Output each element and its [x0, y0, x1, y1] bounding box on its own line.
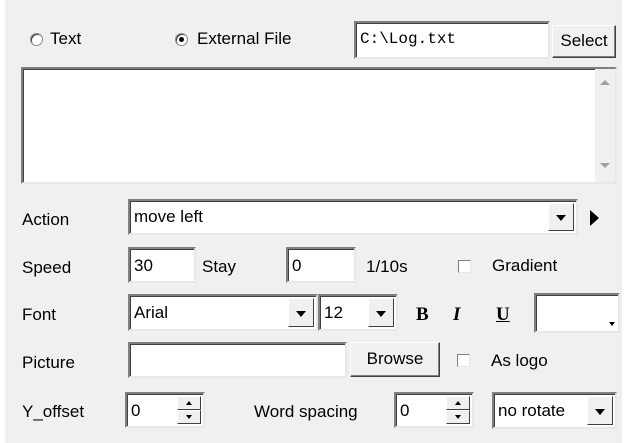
as-logo-label[interactable]: As logo: [491, 351, 548, 371]
italic-button[interactable]: I: [453, 304, 460, 326]
y-offset-spinner[interactable]: [177, 396, 201, 424]
radio-external-file[interactable]: [175, 33, 188, 46]
chevron-down-icon: [595, 408, 605, 415]
spin-up-icon[interactable]: [177, 396, 201, 410]
radio-external-file-label[interactable]: External File: [197, 29, 291, 49]
text-content-area[interactable]: [21, 67, 617, 184]
scroll-down-icon[interactable]: [600, 163, 610, 168]
font-size-select[interactable]: 12: [318, 294, 398, 331]
word-spacing-spinbox[interactable]: 0: [394, 392, 474, 428]
spin-down-icon[interactable]: [446, 410, 470, 424]
font-family-value: Arial: [134, 303, 169, 322]
action-select[interactable]: move left: [128, 199, 578, 235]
speed-input[interactable]: 30: [128, 247, 196, 283]
y-offset-value: 0: [131, 401, 141, 420]
chevron-down-icon: [296, 310, 306, 317]
y-offset-label: Y_offset: [22, 402, 85, 421]
gradient-label[interactable]: Gradient: [492, 256, 557, 276]
color-dropdown-icon[interactable]: [609, 322, 615, 326]
word-spacing-value: 0: [400, 401, 410, 420]
chevron-down-icon: [376, 310, 386, 317]
radio-text-label[interactable]: Text: [50, 29, 81, 49]
speed-value: 30: [134, 256, 153, 275]
picture-path-input[interactable]: [128, 342, 347, 378]
font-family-select[interactable]: Arial: [128, 294, 318, 331]
word-spacing-label: Word spacing: [254, 402, 358, 421]
speed-label: Speed: [22, 258, 72, 277]
text-area-scrollbar[interactable]: [595, 69, 615, 182]
word-spacing-spinner[interactable]: [446, 396, 470, 424]
font-color-picker[interactable]: [534, 293, 620, 333]
rotate-value: no rotate: [498, 401, 566, 420]
underline-button[interactable]: U: [496, 304, 510, 326]
action-dropdown-button[interactable]: [548, 203, 574, 231]
picture-label: Picture: [22, 353, 75, 372]
scroll-up-icon[interactable]: [600, 80, 610, 85]
chevron-down-icon: [556, 215, 566, 221]
gradient-checkbox[interactable]: [458, 260, 471, 273]
select-button[interactable]: Select: [552, 25, 616, 58]
rotate-dropdown-button[interactable]: [587, 396, 613, 425]
play-preview-icon[interactable]: [590, 210, 599, 226]
browse-button[interactable]: Browse: [350, 342, 440, 377]
font-size-value: 12: [324, 303, 343, 322]
y-offset-spinbox[interactable]: 0: [125, 392, 205, 428]
as-logo-checkbox[interactable]: [457, 354, 470, 367]
radio-text[interactable]: [30, 33, 43, 46]
font-size-dropdown-button[interactable]: [368, 298, 394, 327]
file-path-field[interactable]: C:\Log.txt: [354, 21, 550, 59]
stay-unit-label: 1/10s: [366, 257, 408, 276]
rotate-select[interactable]: no rotate: [492, 392, 617, 429]
font-label: Font: [22, 305, 57, 324]
action-value: move left: [134, 207, 203, 226]
radio-selected-dot: [179, 37, 184, 42]
file-path-value: C:\Log.txt: [360, 30, 457, 48]
stay-label: Stay: [202, 257, 237, 276]
action-label: Action: [22, 210, 70, 229]
stay-value: 0: [292, 256, 302, 275]
spin-down-icon[interactable]: [177, 410, 201, 424]
bold-button[interactable]: B: [416, 304, 429, 326]
font-family-dropdown-button[interactable]: [288, 298, 314, 327]
stay-input[interactable]: 0: [286, 247, 356, 283]
spin-up-icon[interactable]: [446, 396, 470, 410]
text-settings-panel: Text External File C:\Log.txt Select Act…: [5, 0, 622, 443]
